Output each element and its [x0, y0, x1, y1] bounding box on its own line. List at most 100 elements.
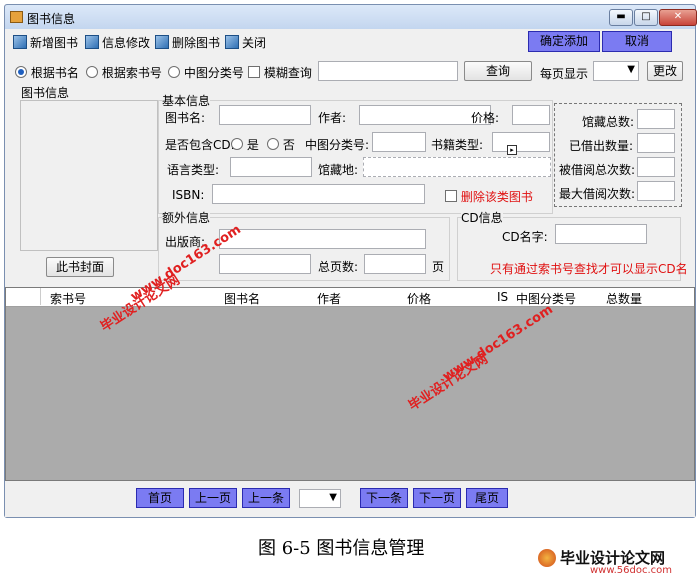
title-input[interactable]	[219, 105, 311, 125]
has-cd-label: 是否包含CD:	[165, 138, 235, 152]
col-isbn[interactable]: IS	[497, 290, 508, 304]
price-input[interactable]	[512, 105, 550, 125]
col-price[interactable]: 价格	[407, 290, 431, 307]
client-area: 新增图书 信息修改 删除图书 关闭 确定添加 取消 根据书名 根据索书号 中图分…	[5, 29, 695, 517]
cd-yes-radio[interactable]: 是	[231, 136, 259, 153]
first-page-button[interactable]: 首页	[136, 488, 184, 508]
radio-dot	[168, 66, 180, 78]
page-unit-label: 页	[432, 260, 445, 274]
cd-yes-label: 是	[246, 138, 259, 152]
page-select[interactable]: ▼	[299, 489, 341, 508]
footer-url: www.56doc.com	[590, 565, 673, 576]
cd-note: 只有通过索书号查找才可以显示CD名	[490, 262, 688, 276]
cd-name-label: CD名字:	[502, 230, 548, 244]
lang-input[interactable]	[230, 157, 312, 177]
isbn-input[interactable]	[212, 184, 425, 204]
last-page-button[interactable]: 尾页	[466, 488, 508, 508]
radio-by-index[interactable]: 根据索书号	[86, 64, 162, 81]
delete-type-label: 删除该类图书	[460, 190, 533, 204]
confirm-add-button[interactable]: 确定添加	[528, 31, 600, 52]
edit-icon	[85, 35, 99, 49]
close-toolbar-button[interactable]: 关闭	[225, 34, 266, 51]
col-index-no[interactable]: 索书号	[50, 290, 86, 307]
borrow-count-label: 被借阅总次数:	[559, 163, 636, 177]
add-book-label: 新增图书	[30, 36, 79, 50]
col-title[interactable]: 图书名	[224, 290, 260, 307]
col-author[interactable]: 作者	[317, 290, 341, 307]
fuzzy-checkbox[interactable]: 模糊查询	[248, 64, 312, 81]
close-label: 关闭	[242, 36, 267, 50]
minimize-button[interactable]: ▬	[609, 9, 633, 26]
borrow-count-input[interactable]	[637, 157, 675, 177]
pages-label: 总页数:	[318, 260, 359, 274]
search-input[interactable]	[318, 61, 458, 81]
checkbox-box	[248, 66, 260, 78]
prev-page-button[interactable]: 上一页	[189, 488, 237, 508]
radio-dot	[86, 66, 98, 78]
radio-by-index-label: 根据索书号	[101, 66, 162, 80]
add-book-button[interactable]: 新增图书	[13, 34, 78, 51]
radio-dot	[267, 138, 279, 150]
cancel-button[interactable]: 取消	[602, 31, 672, 52]
figure-caption: 图 6-5 图书信息管理	[258, 538, 425, 559]
cd-no-radio[interactable]: 否	[267, 136, 295, 153]
isbn-label: ISBN:	[172, 188, 205, 202]
footer-logo-icon	[538, 549, 556, 567]
next-item-button[interactable]: 下一条	[360, 488, 408, 508]
type-input[interactable]	[492, 132, 550, 152]
publisher-input[interactable]	[219, 229, 426, 249]
per-page-label: 每页显示	[540, 67, 589, 81]
radio-dot	[15, 66, 27, 78]
cd-no-label: 否	[282, 138, 295, 152]
cd-info-group-label: CD信息	[461, 209, 503, 226]
max-borrow-input[interactable]	[637, 181, 675, 201]
price-label: 价格:	[471, 111, 500, 125]
change-button[interactable]: 更改	[647, 61, 683, 81]
title-bar[interactable]: 图书信息 ▬ □ ✕	[5, 5, 697, 29]
extra-field-input[interactable]	[219, 254, 311, 274]
next-page-button[interactable]: 下一页	[413, 488, 461, 508]
app-icon	[10, 11, 23, 23]
close-window-button[interactable]: ✕	[659, 9, 697, 26]
col-total[interactable]: 总数量	[606, 290, 642, 307]
smart-tag-icon[interactable]: ▸	[507, 145, 517, 155]
radio-by-class[interactable]: 中图分类号	[168, 64, 244, 81]
total-label: 馆藏总数:	[582, 115, 635, 129]
query-button[interactable]: 查询	[464, 61, 532, 81]
location-label: 馆藏地:	[318, 163, 359, 177]
radio-by-name[interactable]: 根据书名	[15, 64, 79, 81]
cd-name-input[interactable]	[555, 224, 647, 244]
chevron-down-icon: ▼	[329, 492, 337, 503]
edit-info-label: 信息修改	[102, 36, 151, 50]
class-no-input[interactable]	[372, 132, 426, 152]
extra-info-group-label: 额外信息	[162, 209, 211, 226]
app-window: 图书信息 ▬ □ ✕ 新增图书 信息修改 删除图书 关闭 确定添加 取消 根据书…	[4, 4, 697, 518]
prev-item-button[interactable]: 上一条	[242, 488, 290, 508]
book-add-icon	[13, 35, 27, 49]
delete-type-checkbox[interactable]: 删除该类图书	[445, 188, 533, 205]
maximize-button[interactable]: □	[634, 9, 658, 26]
checkbox-box	[445, 190, 457, 202]
delete-icon	[155, 35, 169, 49]
max-borrow-label: 最大借阅次数:	[559, 187, 636, 201]
cover-button[interactable]: 此书封面	[46, 257, 114, 277]
fuzzy-label: 模糊查询	[263, 66, 312, 80]
close-icon	[225, 35, 239, 49]
class-no-label: 中图分类号:	[305, 138, 370, 152]
radio-by-class-label: 中图分类号	[183, 66, 244, 80]
per-page-select[interactable]: ▼	[593, 61, 639, 81]
edit-info-button[interactable]: 信息修改	[85, 34, 150, 51]
type-label: 书籍类型:	[431, 138, 484, 152]
borrowed-input[interactable]	[637, 133, 675, 153]
total-input[interactable]	[637, 109, 675, 129]
grid-header: 索书号 图书名 作者 价格 IS 中图分类号 总数量	[6, 288, 694, 307]
row-header-cell	[10, 288, 41, 305]
book-info-group-label: 图书信息	[21, 86, 70, 100]
basic-info-group-label: 基本信息	[162, 92, 211, 109]
delete-book-label: 删除图书	[172, 36, 221, 50]
delete-book-button[interactable]: 删除图书	[155, 34, 220, 51]
lang-label: 语言类型:	[167, 163, 220, 177]
location-input[interactable]	[363, 157, 551, 177]
pages-input[interactable]	[364, 254, 426, 274]
title-label: 图书名:	[165, 111, 206, 125]
